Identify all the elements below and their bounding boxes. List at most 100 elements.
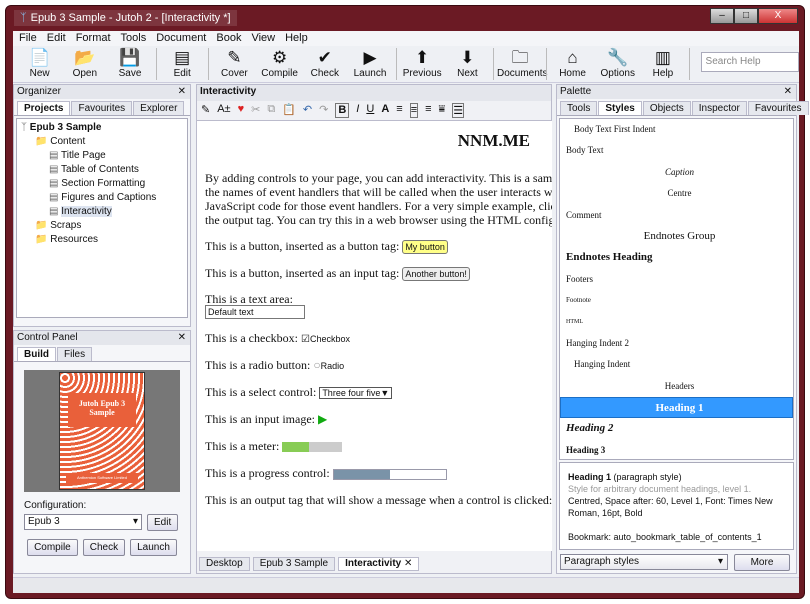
doc-tab[interactable]: Epub 3 Sample xyxy=(252,557,336,571)
doc-tab[interactable]: Interactivity ✕ xyxy=(338,557,420,571)
align-left-icon[interactable]: ≡ xyxy=(396,103,402,118)
launch-button[interactable]: ▶ Launch xyxy=(347,46,392,79)
tab-inspector[interactable]: Inspector xyxy=(691,101,747,115)
list-icon[interactable]: ☰ xyxy=(452,103,465,118)
close-tab-icon[interactable]: ✕ xyxy=(401,558,412,569)
edit-config-button[interactable]: Edit xyxy=(147,514,179,531)
heart-icon[interactable]: ♥ xyxy=(238,103,245,118)
menu-format[interactable]: Format xyxy=(76,31,111,46)
tree-item[interactable]: 📁 Resources xyxy=(19,233,185,247)
next-button[interactable]: ⬇ Next xyxy=(445,46,490,79)
tab-objects[interactable]: Objects xyxy=(642,101,691,115)
cut-icon[interactable]: ✂ xyxy=(251,103,260,118)
search-help-input[interactable]: Search Help xyxy=(700,52,799,72)
tab-favourites[interactable]: Favourites xyxy=(71,101,133,115)
style-item[interactable]: Endnotes Group xyxy=(560,226,793,247)
style-item[interactable]: Heading 2 xyxy=(560,418,793,439)
style-item[interactable]: Heading 1 xyxy=(560,397,793,419)
tab-favourites[interactable]: Favourites xyxy=(747,101,809,115)
document-content[interactable]: NNM.ME By adding controls to your page, … xyxy=(197,121,552,551)
text-area[interactable]: Default text xyxy=(205,305,305,319)
tree-item[interactable]: ▤ Interactivity xyxy=(19,205,185,219)
menu-document[interactable]: Document xyxy=(156,31,206,46)
style-item[interactable]: Heading 3 xyxy=(560,440,793,459)
open-button[interactable]: 📂 Open xyxy=(62,46,107,79)
previous-button[interactable]: ⬆ Previous xyxy=(400,46,445,79)
cover-button[interactable]: ✎ Cover xyxy=(212,46,257,79)
home-button[interactable]: ⌂ Home xyxy=(550,46,595,79)
tab-styles[interactable]: Styles xyxy=(598,101,642,115)
italic-button[interactable]: I xyxy=(356,103,359,118)
style-item[interactable]: Footers xyxy=(560,269,793,290)
menu-book[interactable]: Book xyxy=(216,31,241,46)
edit-button[interactable]: ▤ Edit xyxy=(160,46,205,79)
tab-files[interactable]: Files xyxy=(57,347,93,361)
close-palette-icon[interactable]: ✕ xyxy=(784,85,792,99)
options-button[interactable]: 🔧 Options xyxy=(595,46,640,79)
edit-icon[interactable]: ✎ xyxy=(201,103,210,118)
style-filter-select[interactable]: Paragraph styles ▾ xyxy=(560,554,728,570)
menu-file[interactable]: File xyxy=(19,31,37,46)
style-item[interactable]: Body Text xyxy=(560,140,793,161)
my-button[interactable]: My button xyxy=(402,240,448,254)
another-button[interactable]: Another button! xyxy=(402,267,470,281)
more-button[interactable]: More xyxy=(734,554,790,571)
menu-help[interactable]: Help xyxy=(285,31,308,46)
close-button[interactable]: X xyxy=(758,8,798,24)
paste-icon[interactable]: 📋 xyxy=(282,103,296,118)
align-right-icon[interactable]: ≡ xyxy=(425,103,431,118)
new-button[interactable]: 📄 New xyxy=(17,46,62,79)
style-item[interactable]: Hanging Indent xyxy=(560,354,793,375)
close-control-panel-icon[interactable]: ✕ xyxy=(178,331,186,345)
tree-item[interactable]: ▤ Figures and Captions xyxy=(19,191,185,205)
underline-button[interactable]: U xyxy=(366,103,374,118)
compile-button[interactable]: Compile xyxy=(27,539,78,556)
align-center-icon[interactable]: ≡ xyxy=(409,103,419,118)
tab-projects[interactable]: Projects xyxy=(17,101,71,115)
style-item[interactable]: Body Text First Indent xyxy=(560,119,793,140)
compile-button[interactable]: ⚙ Compile xyxy=(257,46,302,79)
minimize-button[interactable]: – xyxy=(710,8,734,24)
style-item[interactable]: Comment xyxy=(560,205,793,226)
radio-icon[interactable]: ○ xyxy=(313,358,320,372)
tree-item[interactable]: ▤ Section Formatting xyxy=(19,177,185,191)
check-button[interactable]: ✔ Check xyxy=(302,46,347,79)
close-organizer-icon[interactable]: ✕ xyxy=(178,85,186,99)
doc-tab[interactable]: Desktop xyxy=(199,557,250,571)
tab-tools[interactable]: Tools xyxy=(560,101,598,115)
bold-button[interactable]: B xyxy=(335,103,350,118)
tree-item[interactable]: 📁 Scraps xyxy=(19,219,185,233)
maximize-button[interactable]: □ xyxy=(734,8,758,24)
input-image-play-icon[interactable]: ▶ xyxy=(318,412,327,426)
select-control[interactable]: Three four five▼ xyxy=(319,387,393,399)
style-item[interactable]: Headers xyxy=(560,376,793,397)
justify-icon[interactable]: ⩸ xyxy=(439,103,446,118)
tree-item[interactable]: 📁 Content xyxy=(19,135,185,149)
style-item[interactable]: Caption xyxy=(560,162,793,183)
tab-build[interactable]: Build xyxy=(17,347,56,361)
tree-item[interactable]: ▤ Title Page xyxy=(19,149,185,163)
menu-edit[interactable]: Edit xyxy=(47,31,66,46)
checkbox-icon[interactable]: ☑ xyxy=(301,334,310,345)
style-item[interactable]: Footnote xyxy=(560,290,793,311)
help-button[interactable]: ▥ Help xyxy=(640,46,685,79)
redo-icon[interactable]: ↷ xyxy=(319,103,328,118)
undo-icon[interactable]: ↶ xyxy=(303,103,312,118)
style-item[interactable]: Endnotes Heading xyxy=(560,247,793,268)
check-button[interactable]: Check xyxy=(82,539,126,556)
style-item[interactable]: Hanging Indent 2 xyxy=(560,333,793,354)
style-item[interactable]: HTML xyxy=(560,312,793,333)
menu-view[interactable]: View xyxy=(251,31,275,46)
tree-item[interactable]: ᛉ Epub 3 Sample xyxy=(19,121,185,135)
save-button[interactable]: 💾 Save xyxy=(107,46,152,79)
tree-item[interactable]: ▤ Table of Contents xyxy=(19,163,185,177)
copy-icon[interactable]: ⧉ xyxy=(267,103,275,118)
font-color-button[interactable]: A xyxy=(381,103,389,118)
documents-button[interactable]: 🗀 Documents xyxy=(497,46,548,79)
launch-button[interactable]: Launch xyxy=(130,539,177,556)
tab-explorer[interactable]: Explorer xyxy=(133,101,185,115)
style-item[interactable]: Centre xyxy=(560,183,793,204)
menu-tools[interactable]: Tools xyxy=(121,31,147,46)
configuration-select[interactable]: Epub 3 ▾ xyxy=(24,514,142,530)
font-size-icon[interactable]: A± xyxy=(217,103,230,118)
